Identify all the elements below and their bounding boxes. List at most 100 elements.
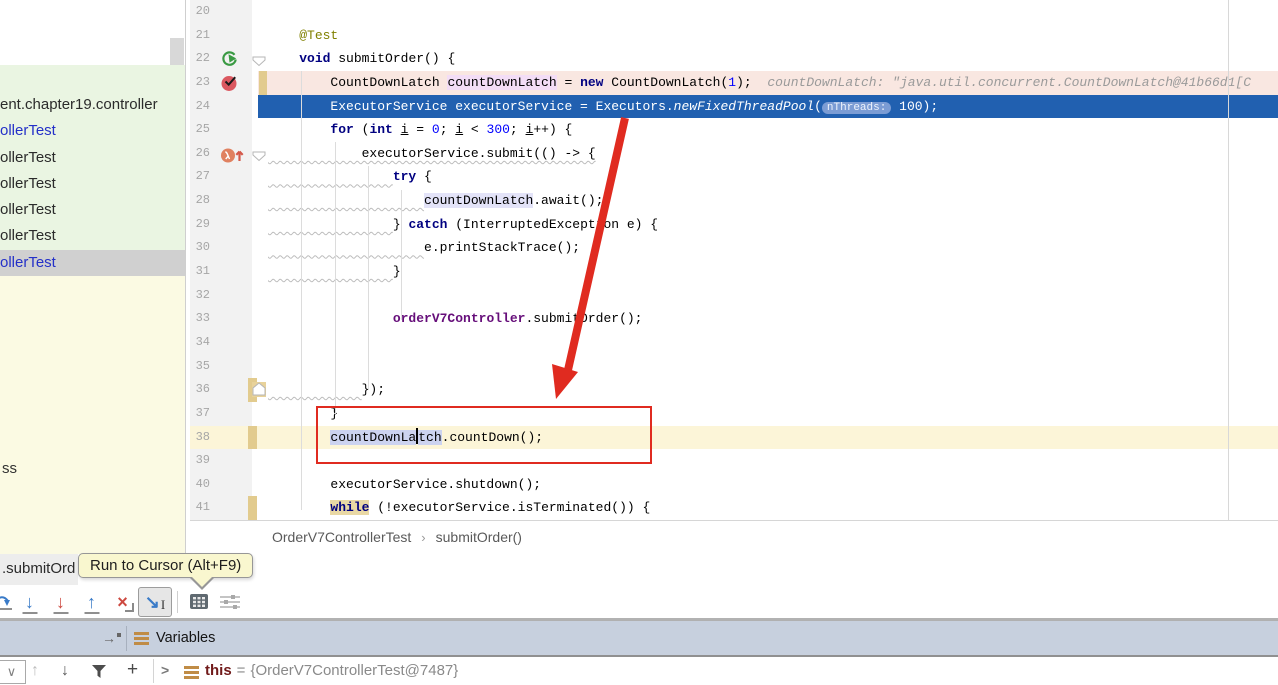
line-number: 27 [195,169,210,184]
drop-frame-icon[interactable]: × [107,588,138,616]
step-over-icon[interactable] [0,588,14,616]
editor-line[interactable]: 33 orderV7Controller.submitOrder(); [190,307,1278,331]
step-into-icon[interactable]: ↓ [14,588,45,616]
thread-combo[interactable]: ∨ [0,660,26,684]
doc-text-fragment: ss [2,460,17,477]
editor-line[interactable]: 36 }); [190,378,1278,402]
editor-line[interactable]: 35 [190,355,1278,379]
popup-item[interactable]: ent.chapter19.controller [0,92,185,118]
tooltip-text: Run to Cursor (Alt+F9) [90,557,242,574]
fold-marker-icon[interactable] [252,382,266,398]
code-text: void submitOrder() { [299,51,456,67]
code-text: @Test [299,27,339,43]
popup-item[interactable]: ollerTest [0,171,185,197]
popup-item[interactable]: ollerTest [0,145,185,171]
line-number: 31 [195,264,210,279]
popup-item[interactable]: ollerTest [0,249,185,276]
divider [126,626,127,651]
code-text: while (!executorService.isTerminated()) … [330,500,651,516]
pin-icon[interactable]: → [102,621,121,655]
variables-row[interactable]: this = {OrderV7ControllerTest@7487} [205,657,458,684]
breadcrumb-separator-icon: › [421,530,426,545]
evaluate-expression-icon[interactable] [183,588,214,616]
editor-line[interactable]: 24 ExecutorService executorService = Exe… [190,94,1278,119]
code-text: } catch (InterruptedException e) { [392,216,659,232]
breadcrumb-method[interactable]: submitOrder() [436,529,522,545]
editor-line[interactable]: 23 CountDownLatch countDownLatch = new C… [190,70,1278,95]
line-number: 24 [195,98,210,113]
code-text: executorService.shutdown(); [268,476,542,492]
editor-line[interactable]: 34 [190,331,1278,355]
code-text: for (int i = 0; i < 300; i++) { [330,122,573,138]
popup-item[interactable]: ollerTest [0,223,185,249]
lambda-breakpoint-icon[interactable] [220,144,244,164]
variables-tab[interactable]: Variables [156,621,215,656]
vcs-change-marker [259,70,267,95]
code-text: CountDownLatch countDownLatch = new Coun… [268,74,1252,90]
code-text: countDownLatch.await(); [424,193,604,209]
line-number: 30 [195,240,210,255]
editor-line[interactable]: 40 executorService.shutdown(); [190,473,1278,497]
editor-line[interactable]: 21 @Test [190,24,1278,48]
line-number: 21 [195,27,210,42]
line-number: 35 [195,358,210,373]
line-number: 22 [195,51,210,66]
code-text: try { [392,169,432,185]
editor-line[interactable]: 29 } catch (InterruptedException e) { [190,213,1278,237]
editor-line[interactable]: 28 countDownLatch.await(); [190,189,1278,213]
run-to-cursor-icon[interactable]: ↘ I [138,586,172,617]
editor-line[interactable]: 31 } [190,260,1278,284]
editor-line[interactable]: 20 [190,0,1278,24]
editor-line[interactable]: 41 while (!executorService.isTerminated(… [190,496,1278,520]
ide-window: ent.chapter19.controller ollerTest ollerTe… [0,0,1278,685]
layout-settings-icon[interactable] [214,588,245,616]
breadcrumb-class[interactable]: OrderV7ControllerTest [272,529,411,545]
line-number: 20 [195,4,210,18]
debug-session-tab[interactable]: .submitOrd [0,554,78,585]
editor-line[interactable]: 25 for (int i = 0; i < 300; i++) { [190,118,1278,142]
equals-sign: = [236,662,246,679]
frame-down-icon[interactable]: ↓ [61,657,69,684]
code-editor[interactable]: 20 21 @Test 22 void submitOrder() {23 Coun… [190,0,1278,520]
annotation-red-box [316,406,652,464]
editor-line[interactable]: 30 e.printStackTrace(); [190,236,1278,260]
code-text: e.printStackTrace(); [424,240,581,256]
line-number: 41 [195,500,210,515]
indent-guide [301,71,302,510]
force-step-into-icon[interactable]: ↓ [45,588,76,616]
filter-icon[interactable] [91,664,107,679]
left-popup-panel: ent.chapter19.controller ollerTest ollerTe… [0,0,186,554]
editor-line[interactable]: 22 void submitOrder() { [190,47,1278,71]
popup-item[interactable]: ollerTest [0,118,185,144]
code-text: ExecutorService executorService = Execut… [268,98,939,114]
debug-session-tab-label: .submitOrd [2,560,76,577]
line-number: 33 [195,311,210,326]
run-test-icon[interactable] [220,49,244,69]
indent-guide [401,190,402,320]
line-number: 40 [195,476,210,491]
tree-expander-icon[interactable]: > [161,657,169,684]
indent-guide [368,166,369,390]
debugger-bottom-row: ∨ ↑ ↓ + > this = {OrderV7ControllerTest@74… [0,657,1278,685]
editor-line[interactable]: 32 [190,284,1278,308]
panel-divider [185,0,186,554]
fold-marker-icon[interactable] [252,149,266,163]
editor-line[interactable]: 26 executorService.submit(() -> { [190,142,1278,166]
variable-name: this [205,662,232,679]
vcs-change-marker [248,425,257,450]
toolbar-separator [177,590,178,613]
breakpoint-verified-icon[interactable] [220,73,244,93]
chevron-down-icon: ∨ [6,664,17,679]
variable-icon [184,666,199,669]
popup-item[interactable]: ollerTest [0,197,185,223]
variables-header-bar: → Variables [0,620,1278,657]
line-number: 23 [195,74,210,89]
line-number: 39 [195,453,210,468]
step-out-icon[interactable]: ↑ [76,588,107,616]
add-watch-icon[interactable]: + [127,657,138,683]
indent-guide [335,142,336,414]
line-number: 25 [195,122,210,137]
editor-line[interactable]: 27 try { [190,165,1278,189]
frame-up-icon[interactable]: ↑ [31,657,39,684]
fold-marker-icon[interactable] [252,54,266,68]
